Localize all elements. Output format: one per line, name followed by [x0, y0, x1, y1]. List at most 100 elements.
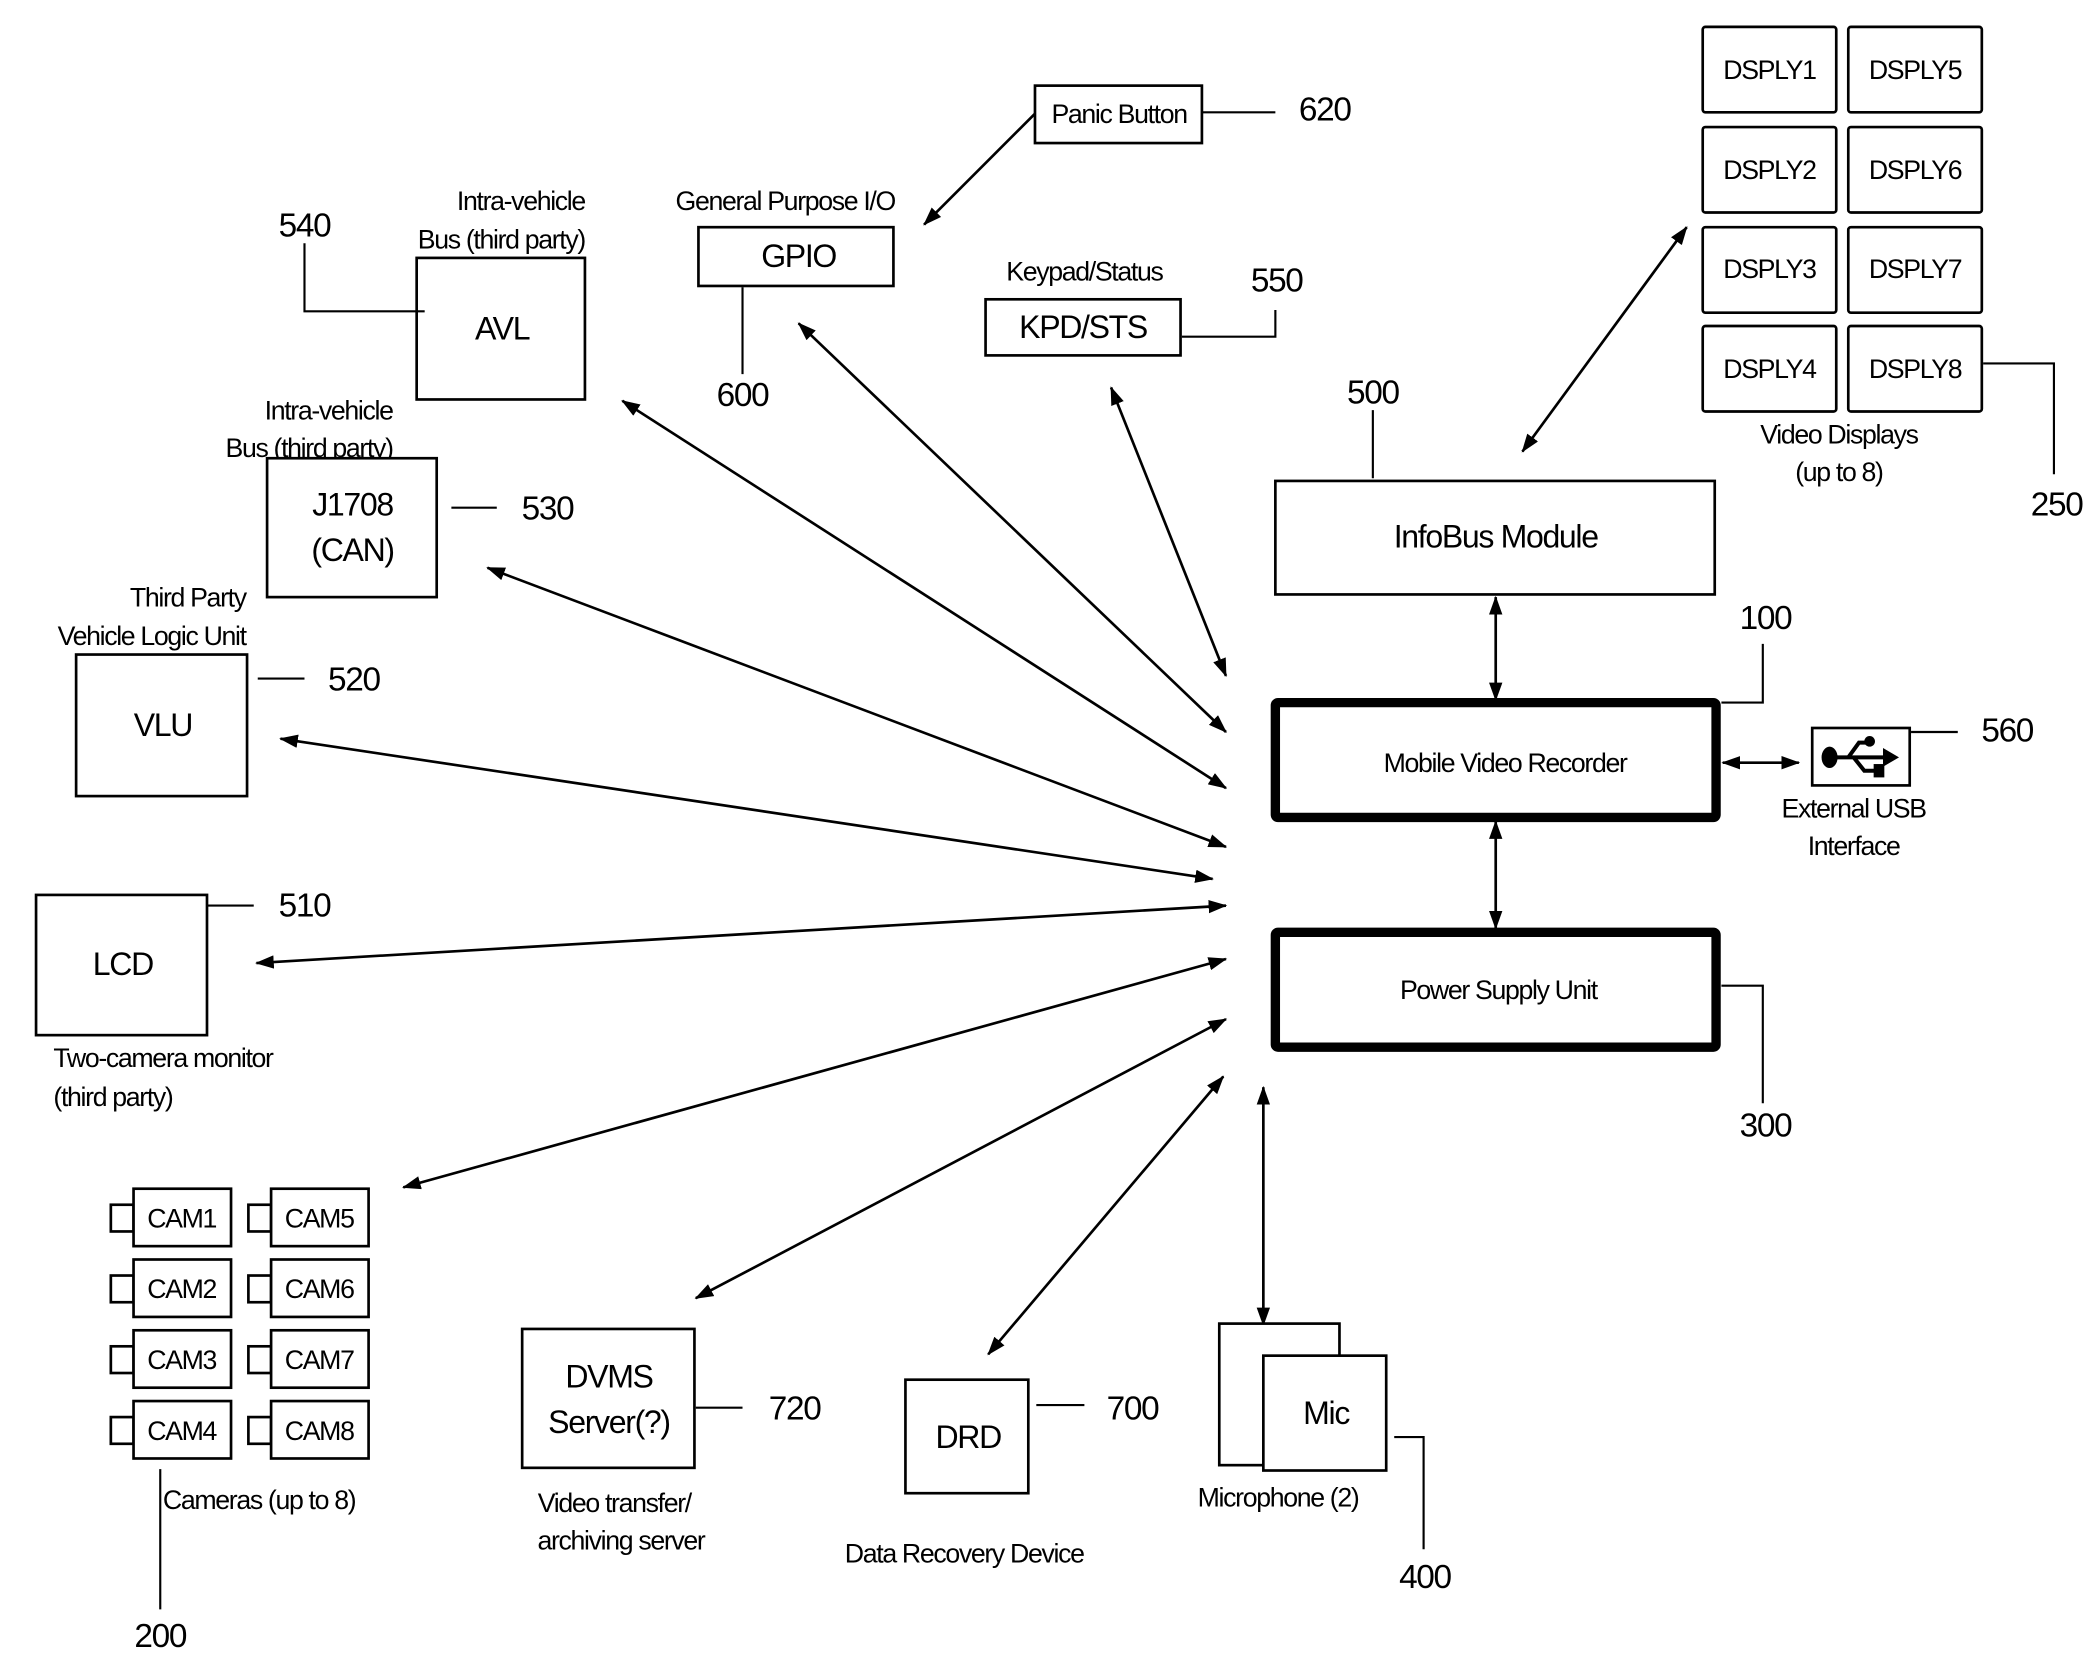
kpd-caption: Keypad/Status — [1006, 257, 1163, 287]
j1708-label-line1: J1708 — [312, 487, 393, 523]
display-item[interactable]: DSPLY3 — [1701, 225, 1838, 314]
display-label: DSPLY4 — [1723, 354, 1817, 384]
video-displays: DSPLY1 DSPLY2 DSPLY3 DSPLY4 DSPLY5 DSPLY… — [1701, 25, 1984, 413]
camera-lens-icon — [247, 1344, 273, 1375]
ref-300: 300 — [1740, 1108, 1792, 1145]
camera-label: CAM6 — [285, 1274, 354, 1304]
ref-560: 560 — [1981, 712, 2033, 749]
camera-item[interactable]: CAM5 — [247, 1187, 370, 1248]
ref-520: 520 — [328, 662, 380, 699]
vlu-label: VLU — [134, 707, 192, 743]
camera-item[interactable]: CAM2 — [109, 1258, 233, 1319]
external-usb-interface[interactable] — [1810, 726, 1912, 787]
ref-leader-100 — [1721, 643, 1764, 704]
mic-caption: Microphone (2) — [1198, 1483, 1359, 1513]
camera-item[interactable]: CAM6 — [247, 1258, 370, 1319]
infobus-label: InfoBus Module — [1394, 519, 1599, 555]
arrow-j1708 — [486, 566, 1228, 849]
display-label: DSPLY3 — [1723, 254, 1816, 284]
display-item[interactable]: DSPLY1 — [1701, 25, 1838, 114]
camera-item[interactable]: CAM1 — [109, 1187, 233, 1248]
lcd-block[interactable]: LCD — [34, 893, 209, 1037]
j1708-label-line2: (CAN) — [311, 532, 393, 568]
display-item[interactable]: DSPLY7 — [1846, 225, 1984, 314]
camera-item[interactable]: CAM8 — [247, 1399, 370, 1460]
camera-lens-icon — [109, 1274, 135, 1304]
camera-label: CAM2 — [147, 1274, 216, 1304]
arrow-vlu — [279, 734, 1214, 883]
arrow-avl — [621, 399, 1228, 790]
camera-item[interactable]: CAM3 — [109, 1328, 233, 1390]
display-item[interactable]: DSPLY6 — [1846, 125, 1984, 214]
display-item[interactable]: DSPLY4 — [1701, 324, 1838, 413]
camera-label: CAM5 — [285, 1203, 354, 1233]
ref-leader-300 — [1721, 984, 1764, 1104]
display-label: DSPLY8 — [1869, 354, 1962, 384]
vlu-caption-line2: Vehicle Logic Unit — [58, 621, 248, 651]
j1708-can-block[interactable]: J1708 (CAN) — [265, 456, 439, 599]
display-item[interactable]: DSPLY8 — [1846, 324, 1984, 413]
vlu-caption-line1: Third Party — [130, 582, 248, 612]
display-label: DSPLY6 — [1869, 155, 1962, 185]
vlu-block[interactable]: VLU — [74, 653, 249, 798]
arrow-panic-to-gpio — [923, 111, 1038, 226]
mic-label: Mic — [1303, 1395, 1350, 1431]
avl-caption-line1: Intra-vehicle — [457, 186, 585, 216]
panic-label: Panic Button — [1051, 99, 1187, 129]
displays-caption-line1: Video Displays — [1760, 420, 1918, 450]
gpio-caption: General Purpose I/O — [676, 186, 896, 216]
arrow-drd — [987, 1075, 1225, 1356]
display-label: DSPLY5 — [1869, 55, 1962, 85]
lcd-caption-line1: Two-camera monitor — [53, 1043, 274, 1073]
usb-caption-line1: External USB — [1782, 793, 1927, 823]
infobus-module[interactable]: InfoBus Module — [1274, 479, 1717, 596]
power-supply-unit[interactable]: Power Supply Unit — [1270, 927, 1721, 1052]
ref-500: 500 — [1347, 374, 1399, 411]
keypad-status-block[interactable]: KPD/STS — [984, 297, 1182, 357]
gpio-label: GPIO — [761, 238, 836, 274]
dvms-label-line2: Server(?) — [548, 1404, 670, 1440]
camera-lens-icon — [247, 1203, 273, 1233]
ref-leader-550 — [1181, 309, 1277, 338]
dvms-caption-line1: Video transfer/ — [538, 1488, 693, 1518]
avl-block[interactable]: AVL — [415, 256, 587, 401]
camera-label: CAM8 — [285, 1416, 354, 1446]
camera-lens-icon — [247, 1274, 273, 1304]
arrow-lcd — [255, 899, 1228, 969]
drd-block[interactable]: DRD — [904, 1378, 1030, 1495]
display-label: DSPLY7 — [1869, 254, 1962, 284]
ref-400: 400 — [1399, 1559, 1451, 1596]
lcd-label: LCD — [93, 946, 153, 982]
display-item[interactable]: DSPLY5 — [1846, 25, 1984, 114]
cameras: CAM1 CAM2 CAM3 CAM4 CAM5 CAM6 CAM7 CAM8 — [109, 1187, 370, 1460]
gpio-block[interactable]: GPIO — [697, 225, 895, 288]
ref-leader-250 — [1983, 362, 2056, 475]
drd-caption: Data Recovery Device — [845, 1539, 1084, 1569]
drd-label: DRD — [935, 1419, 1001, 1455]
panic-button[interactable]: Panic Button — [1033, 84, 1204, 145]
camera-label: CAM7 — [285, 1345, 354, 1375]
displays-caption-line2: (up to 8) — [1795, 457, 1883, 487]
camera-lens-icon — [109, 1415, 135, 1446]
microphone-block[interactable]: Mic — [1217, 1322, 1388, 1472]
display-label: DSPLY2 — [1723, 155, 1816, 185]
dvms-server-block[interactable]: DVMS Server(?) — [520, 1327, 696, 1470]
camera-item[interactable]: CAM7 — [247, 1328, 370, 1390]
kpd-label: KPD/STS — [1019, 309, 1147, 345]
ref-530: 530 — [522, 491, 574, 528]
display-label: DSPLY1 — [1723, 55, 1816, 85]
camera-lens-icon — [109, 1203, 135, 1233]
usb-caption-line2: Interface — [1808, 831, 1900, 861]
ref-540: 540 — [279, 208, 331, 245]
display-item[interactable]: DSPLY2 — [1701, 125, 1838, 214]
mobile-video-recorder[interactable]: Mobile Video Recorder — [1270, 697, 1721, 823]
camera-lens-icon — [109, 1344, 135, 1375]
ref-600: 600 — [717, 377, 769, 414]
camera-label: CAM4 — [147, 1416, 217, 1446]
mvr-label: Mobile Video Recorder — [1384, 748, 1628, 778]
camera-item[interactable]: CAM4 — [109, 1399, 233, 1460]
avl-caption-line2: Bus (third party) — [418, 225, 586, 255]
system-block-diagram: InfoBus Module 500 Mobile Video Recorder… — [34, 25, 2085, 1655]
dvms-label-line1: DVMS — [565, 1359, 652, 1395]
ref-250: 250 — [2031, 487, 2083, 524]
